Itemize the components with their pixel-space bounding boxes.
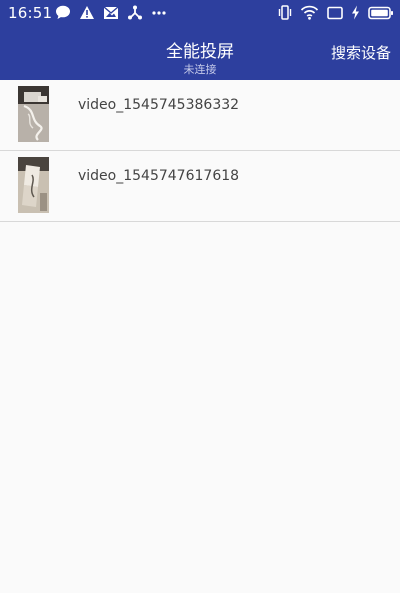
vibrate-icon: [278, 5, 292, 20]
video-name: video_1545747617618: [78, 168, 240, 184]
more-icon: [152, 11, 166, 15]
chat-bubble-icon: [56, 5, 70, 19]
charging-icon: [352, 5, 359, 20]
top-bar: 16:51 全能投屏 未连接 搜索设备: [0, 0, 400, 80]
status-left-icons: [55, 5, 167, 20]
share-hub-icon: [128, 5, 142, 20]
status-right-icons: [278, 5, 394, 20]
video-name: video_1545745386332: [78, 97, 240, 113]
app-bar: 全能投屏 未连接 搜索设备: [0, 36, 400, 80]
list-item[interactable]: video_1545747617618: [0, 151, 400, 222]
warning-icon: [80, 6, 94, 19]
search-devices-button[interactable]: 搜索设备: [331, 43, 391, 63]
status-time: 16:51: [8, 4, 53, 22]
wifi-icon: [300, 5, 319, 20]
video-thumbnail: [18, 157, 49, 213]
cast-icon: [327, 6, 343, 19]
battery-icon: [368, 6, 393, 19]
list-item[interactable]: video_1545745386332: [0, 80, 400, 151]
mail-icon: [103, 5, 119, 19]
status-bar: 16:51: [0, 0, 400, 26]
video-list: video_1545745386332 video_1545747617618: [0, 80, 400, 222]
connection-status: 未连接: [183, 63, 217, 76]
video-thumbnail: [18, 86, 49, 142]
